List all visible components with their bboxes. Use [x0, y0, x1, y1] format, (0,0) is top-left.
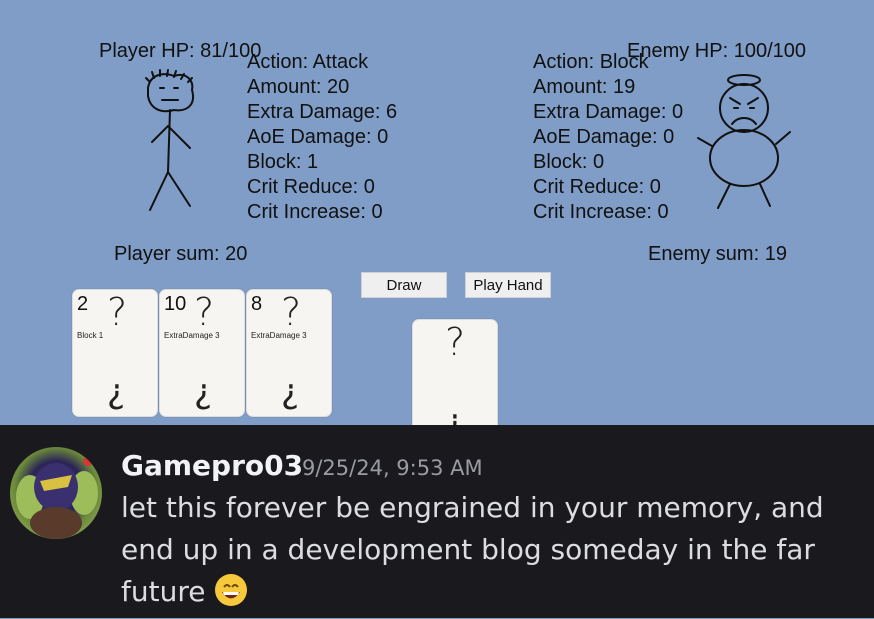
enemy-crit-increase: Crit Increase: 0 — [533, 201, 669, 223]
enemy-crit-reduce: Crit Reduce: 0 — [533, 176, 661, 198]
enemy-stats: Action: Block Amount: 19 Extra Damage: 0… — [533, 50, 683, 225]
enemy-hp: Enemy HP: 100/100 — [627, 40, 806, 62]
player-aoe-damage: AoE Damage: 0 — [247, 126, 389, 148]
enemy-amount: Amount: 19 — [533, 76, 636, 98]
grinning-face-emoji-icon — [214, 573, 248, 607]
player-extra-damage: Extra Damage: 6 — [247, 101, 398, 123]
card-value: 8 — [251, 293, 263, 315]
player-crit-reduce: Crit Reduce: 0 — [247, 176, 375, 198]
game-screen: Player HP: 81/100 Action: Attack Amount:… — [0, 0, 874, 425]
card-bottom-symbol: ¿ — [281, 372, 300, 412]
avatar[interactable] — [10, 447, 102, 539]
player-stats: Action: Attack Amount: 20 Extra Damage: … — [247, 50, 397, 225]
card-effect: Block 1 — [77, 331, 104, 340]
card-top-symbol: ? — [281, 290, 302, 334]
draw-button[interactable]: Draw — [361, 272, 447, 298]
player-stick-figure — [145, 69, 194, 211]
hand-card[interactable]: 10 ? ExtraDamage 3 ¿ — [159, 289, 245, 417]
card-bottom-symbol: ¿ — [107, 372, 126, 412]
player-crit-increase: Crit Increase: 0 — [247, 201, 383, 223]
player-sum: Player sum: 20 — [114, 243, 248, 265]
player-hp: Player HP: 81/100 — [99, 40, 262, 62]
chat-message: Gamepro03 9/25/24, 9:53 AM let this fore… — [0, 425, 874, 618]
hand-card[interactable]: 2 ? Block 1 ¿ — [72, 289, 158, 417]
enemy-aoe-damage: AoE Damage: 0 — [533, 126, 675, 148]
card-top-symbol: ? — [445, 320, 466, 364]
avatar-art-icon — [16, 456, 98, 539]
card-effect: ExtraDamage 3 — [164, 331, 220, 340]
card-value: 2 — [77, 293, 89, 315]
card-effect: ExtraDamage 3 — [251, 331, 307, 340]
timestamp: 9/25/24, 9:53 AM — [302, 456, 483, 480]
player-amount: Amount: 20 — [247, 76, 350, 98]
card-bottom-symbol: ¿ — [194, 372, 213, 412]
card-top-symbol: ? — [194, 290, 215, 334]
card-value: 10 — [164, 293, 187, 315]
card-top-symbol: ? — [107, 290, 128, 334]
deck-card[interactable]: ? ¿ — [412, 319, 498, 425]
play-hand-button[interactable]: Play Hand — [465, 272, 551, 298]
player-block: Block: 1 — [247, 151, 319, 173]
message-body: let this forever be engrained in your me… — [121, 487, 841, 613]
enemy-extra-damage: Extra Damage: 0 — [533, 101, 684, 123]
card-bottom-symbol: ¿ — [445, 402, 464, 425]
enemy-block: Block: 0 — [533, 151, 605, 173]
enemy-sum: Enemy sum: 19 — [648, 243, 787, 265]
hand-card[interactable]: 8 ? ExtraDamage 3 ¿ — [246, 289, 332, 417]
enemy-figure — [697, 74, 791, 209]
player-action: Action: Attack — [247, 51, 369, 73]
username[interactable]: Gamepro03 — [121, 449, 303, 482]
